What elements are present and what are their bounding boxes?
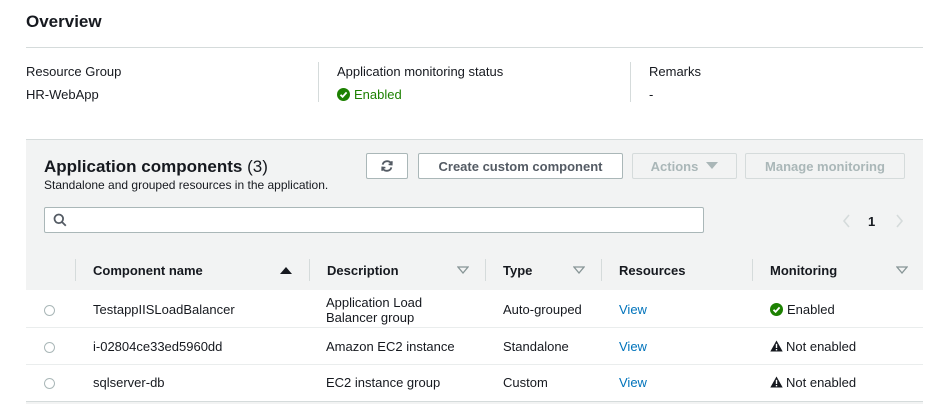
column-divider — [318, 62, 319, 102]
column-divider — [485, 259, 486, 281]
row-select-radio[interactable] — [44, 378, 55, 389]
create-custom-component-button[interactable]: Create custom component — [418, 153, 623, 179]
components-title-text: Application components — [44, 157, 243, 176]
caret-down-icon — [706, 162, 719, 169]
monitoring-status-text: Enabled — [787, 302, 835, 317]
actions-button[interactable]: Actions — [632, 153, 737, 179]
monitoring-status-text: Not enabled — [786, 339, 857, 354]
column-divider — [75, 259, 76, 281]
overview-divider — [26, 47, 923, 48]
components-count: (3) — [247, 157, 268, 176]
type-cell: Custom — [503, 375, 548, 390]
components-subtitle: Standalone and grouped resources in the … — [44, 178, 329, 192]
monitoring-status-value: Enabled — [337, 87, 402, 102]
check-circle-icon — [337, 88, 350, 101]
monitoring-cell: Enabled — [770, 302, 835, 317]
manage-monitoring-button[interactable]: Manage monitoring — [745, 153, 905, 179]
view-resources-link[interactable]: View — [619, 375, 647, 390]
warning-icon — [770, 376, 783, 388]
resource-group-value: HR-WebApp — [26, 87, 99, 102]
check-circle-icon — [770, 303, 783, 316]
description-cell: Amazon EC2 instance — [326, 339, 455, 354]
monitoring-cell: Not enabled — [770, 375, 856, 390]
remarks-value: - — [649, 87, 654, 102]
resource-group-label: Resource Group — [26, 64, 122, 79]
column-header-component-name[interactable]: Component name — [93, 263, 203, 278]
warning-icon — [770, 340, 783, 352]
component-name-cell: sqlserver-db — [93, 375, 165, 390]
monitoring-cell: Not enabled — [770, 339, 856, 354]
monitoring-status-label: Application monitoring status — [337, 64, 504, 79]
type-cell: Standalone — [503, 339, 569, 354]
refresh-button[interactable] — [366, 153, 408, 179]
row-divider — [26, 401, 923, 402]
description-cell: EC2 instance group — [326, 375, 441, 390]
monitoring-status-text: Enabled — [354, 87, 402, 102]
previous-page-icon[interactable] — [842, 214, 851, 228]
component-name-cell: i-02804ce33ed5960dd — [93, 339, 223, 354]
view-resources-link[interactable]: View — [619, 302, 647, 317]
description-line: Balancer group — [326, 310, 415, 325]
search-icon — [53, 213, 67, 227]
sort-icon[interactable] — [573, 266, 585, 274]
monitoring-status-text: Not enabled — [786, 375, 857, 390]
column-header-description[interactable]: Description — [327, 263, 399, 278]
row-select-radio[interactable] — [44, 342, 55, 353]
remarks-label: Remarks — [649, 64, 702, 79]
sort-ascending-icon[interactable] — [280, 266, 292, 274]
row-select-radio[interactable] — [44, 305, 55, 316]
overview-title: Overview — [26, 12, 102, 31]
search-input[interactable] — [44, 207, 704, 233]
sort-icon[interactable] — [457, 266, 469, 274]
next-page-icon[interactable] — [895, 214, 904, 228]
component-name-cell: TestappIISLoadBalancer — [93, 302, 235, 317]
column-divider — [630, 62, 631, 102]
column-header-resources: Resources — [619, 263, 686, 278]
actions-button-label: Actions — [650, 158, 699, 174]
column-header-type[interactable]: Type — [503, 263, 532, 278]
components-title: Application components (3) — [44, 157, 268, 177]
description-cell: Application Load Balancer group — [326, 295, 422, 325]
column-divider — [752, 259, 753, 281]
description-line: Application Load — [326, 295, 423, 310]
column-divider — [309, 259, 310, 281]
view-resources-link[interactable]: View — [619, 339, 647, 354]
column-divider — [601, 259, 602, 281]
sort-icon[interactable] — [896, 266, 908, 274]
type-cell: Auto-grouped — [503, 302, 582, 317]
column-header-monitoring[interactable]: Monitoring — [770, 263, 837, 278]
refresh-icon — [381, 160, 393, 172]
current-page-number[interactable]: 1 — [868, 214, 875, 229]
